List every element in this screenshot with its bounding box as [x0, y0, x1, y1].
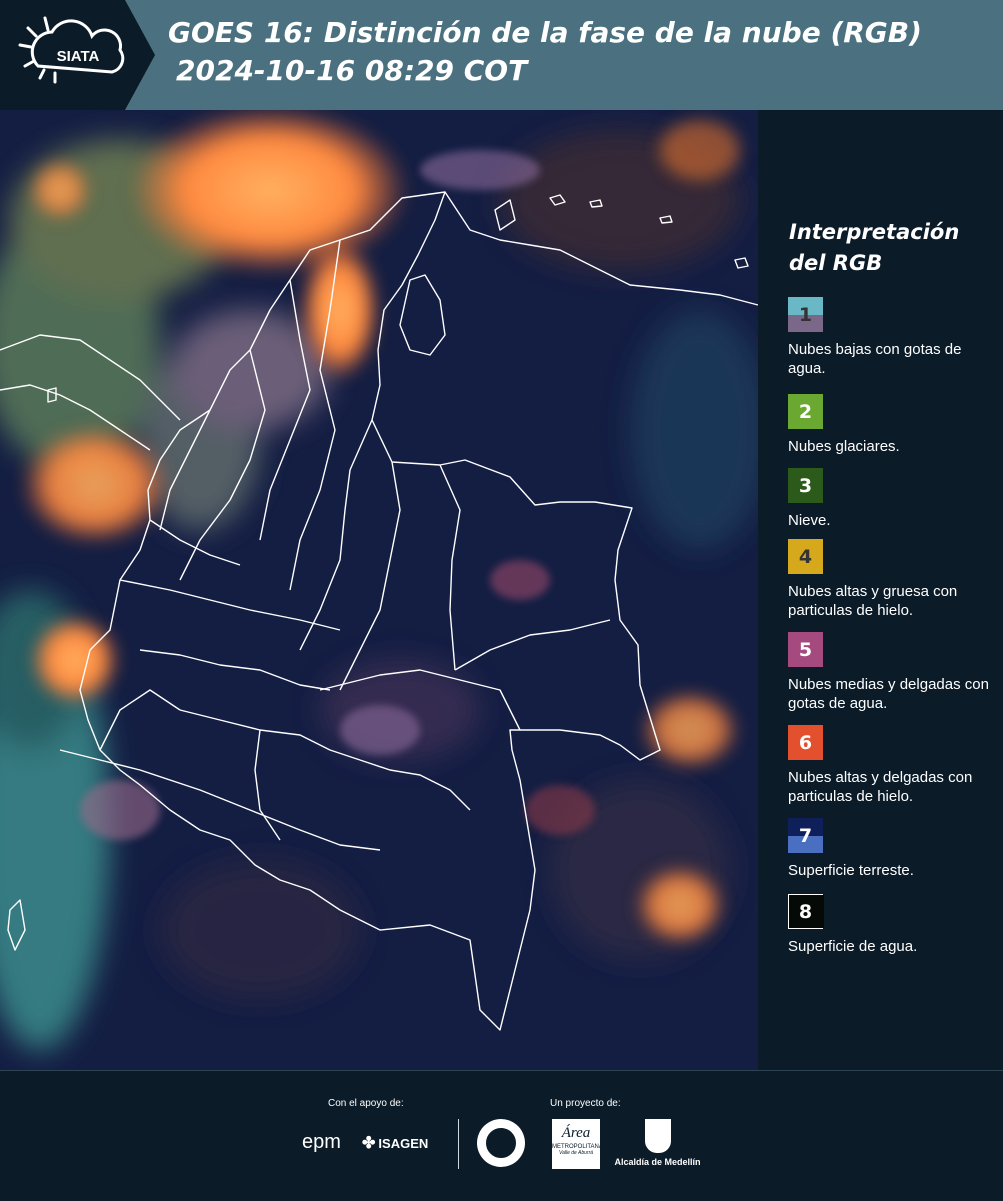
title-line-1: GOES 16: Distinción de la fase de la nub…	[168, 16, 922, 49]
page-title: GOES 16: Distinción de la fase de la nub…	[168, 14, 922, 90]
legend-panel: Interpretación del RGB 1 Nubes bajas con…	[758, 110, 1003, 1070]
legend-item-3: 3 Nieve.	[788, 468, 998, 530]
legend-swatch-1: 1	[788, 297, 823, 332]
legend-item-1: 1 Nubes bajas con gotas de agua.	[788, 297, 998, 378]
legend-number-6: 6	[798, 731, 813, 754]
isagen-icon: ✤	[362, 1135, 376, 1152]
legend-label-3: Nieve.	[788, 512, 831, 529]
legend-item-2: 2 Nubes glaciares.	[788, 394, 998, 456]
alcaldia-logo: Alcaldía de Medellín	[610, 1119, 705, 1167]
legend-label-7: Superficie terreste.	[788, 862, 914, 879]
legend-item-4: 4 Nubes altas y gruesa con particulas de…	[788, 539, 998, 620]
legend-number-7: 7	[798, 824, 813, 847]
legend-number-8: 8	[798, 900, 813, 923]
support-caption: Con el apoyo de:	[328, 1098, 404, 1109]
legend-item-8: 8 Superficie de agua.	[788, 894, 998, 956]
legend-label-5: Nubes medias y delgadas con gotas de agu…	[788, 676, 989, 712]
legend-swatch-7: 7	[788, 818, 823, 853]
legend-number-4: 4	[798, 545, 813, 568]
header-bar: SIATA GOES 16: Distinción de la fase de …	[0, 0, 1003, 110]
legend-item-6: 6 Nubes altas y delgadas con particulas …	[788, 725, 998, 806]
epm-logo: epm	[302, 1131, 341, 1153]
footer-divider	[458, 1119, 459, 1169]
legend-label-6: Nubes altas y delgadas con particulas de…	[788, 769, 973, 805]
legend-swatch-8: 8	[788, 894, 824, 929]
legend-title: Interpretación del RGB	[789, 220, 960, 275]
area-logo-sub2: Valle de Aburrá	[558, 1150, 594, 1156]
legend-item-5: 5 Nubes medias y delgadas con gotas de a…	[788, 632, 998, 713]
legend-number-1: 1	[798, 303, 813, 326]
footer-bar: Con el apoyo de: Un proyecto de: epm ✤ I…	[0, 1070, 1003, 1201]
legend-swatch-3: 3	[788, 468, 823, 503]
alcaldia-shield-icon	[644, 1119, 671, 1153]
project-caption: Un proyecto de:	[550, 1098, 621, 1109]
legend-label-4: Nubes altas y gruesa con particulas de h…	[788, 583, 958, 619]
legend-swatch-5: 5	[788, 632, 823, 667]
legend-number-2: 2	[798, 400, 813, 423]
title-line-2: 2024-10-16 08:29 COT	[176, 54, 528, 87]
alcaldia-logo-text: Alcaldía de Medellín	[614, 1157, 701, 1167]
legend-swatch-6: 6	[788, 725, 823, 760]
legend-label-8: Superficie de agua.	[788, 938, 918, 955]
isagen-logo-text: ISAGEN	[378, 1135, 429, 1151]
legend-item-7: 7 Superficie terreste.	[788, 818, 998, 880]
legend-swatch-4: 4	[788, 539, 823, 574]
siata-logo: SIATA	[0, 0, 155, 110]
university-seal-icon	[477, 1119, 525, 1167]
siata-logo-text: SIATA	[57, 48, 100, 65]
legend-label-1: Nubes bajas con gotas de agua.	[788, 341, 962, 377]
area-metropolitana-logo: Área METROPOLITANA Valle de Aburrá	[552, 1119, 603, 1169]
legend-number-3: 3	[798, 474, 813, 497]
area-logo-main: Área	[561, 1125, 591, 1141]
legend-label-2: Nubes glaciares.	[788, 438, 900, 455]
isagen-logo: ✤ ISAGEN	[362, 1133, 428, 1153]
satellite-rgb-map	[0, 110, 758, 1070]
legend-number-5: 5	[798, 638, 813, 661]
legend-swatch-2: 2	[788, 394, 823, 429]
